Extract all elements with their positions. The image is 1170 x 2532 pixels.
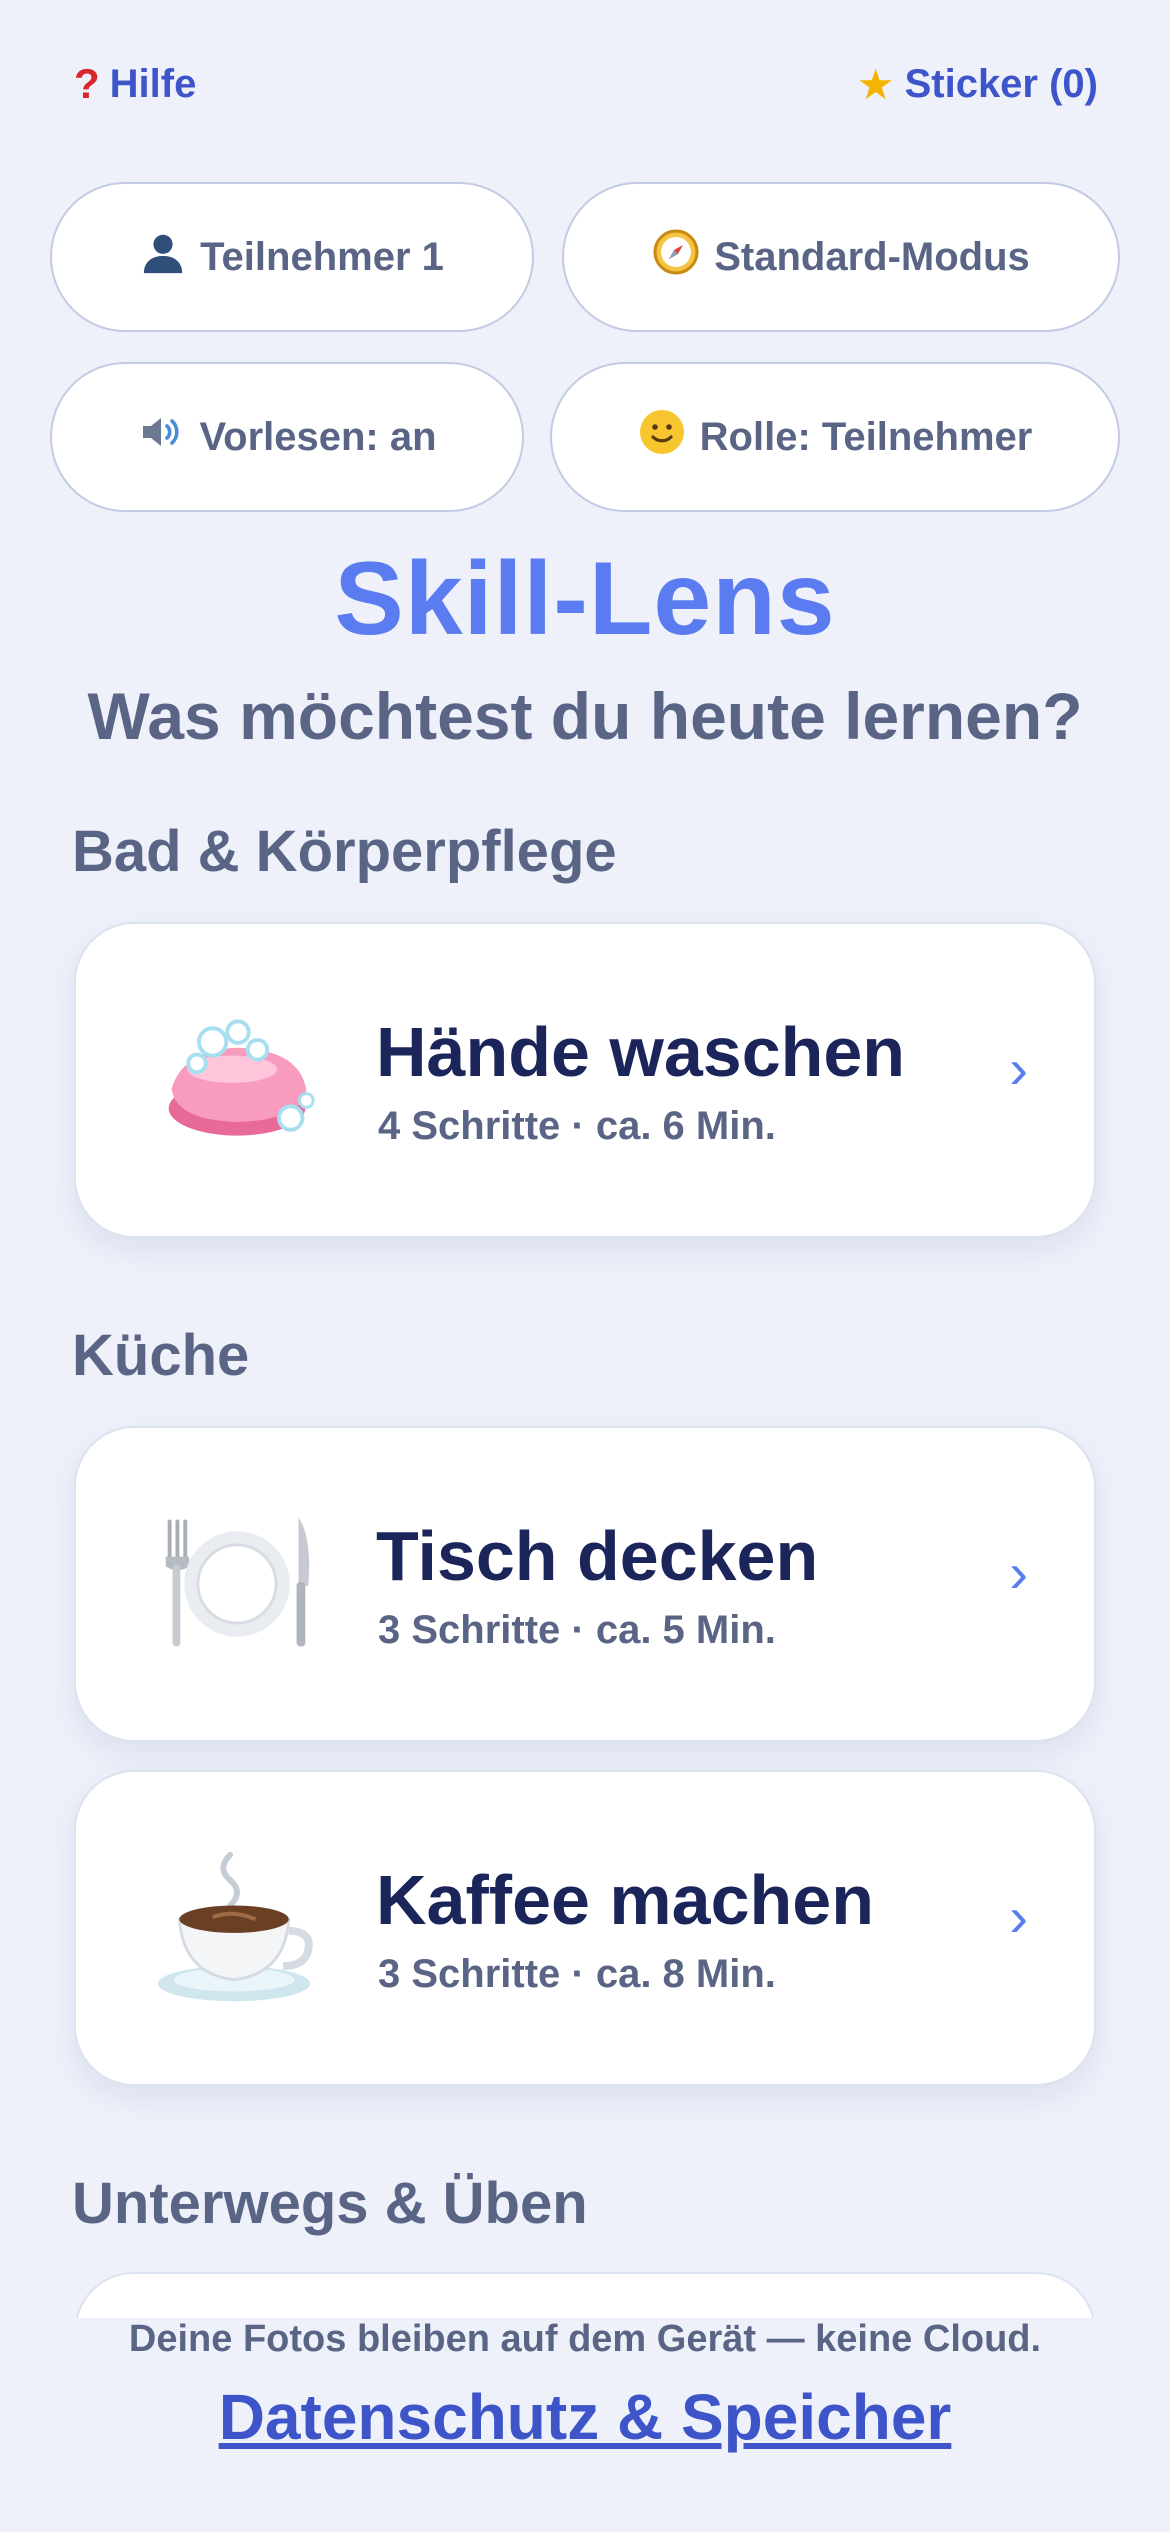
skill-name: Tisch decken <box>376 1517 819 1595</box>
speaker-icon <box>137 408 185 466</box>
skill-name: Hände waschen <box>376 1013 906 1091</box>
participant-label: Teilnehmer 1 <box>200 234 444 279</box>
footer: Deine Fotos bleiben auf dem Gerät — kein… <box>0 2318 1170 2532</box>
chevron-right-icon: › <box>1009 1037 1028 1100</box>
role-button[interactable]: Rolle: Teilnehmer <box>550 362 1120 512</box>
question-mark-icon: ? <box>74 60 100 107</box>
star-icon: ★ <box>856 61 895 108</box>
hot-coffee-icon <box>154 1851 320 2002</box>
compass-icon <box>652 228 700 286</box>
sticker-link[interactable]: ★ Sticker (0) <box>857 60 1098 109</box>
skill-meta: 4 Schritte · ca. 6 Min. <box>378 1104 776 1148</box>
sticker-label: Sticker (0) <box>904 62 1098 106</box>
help-label: Hilfe <box>109 61 197 106</box>
help-link[interactable]: ? Hilfe <box>74 60 196 108</box>
section-title-kitchen: Küche <box>72 1323 250 1388</box>
skill-meta: 3 Schritte · ca. 5 Min. <box>378 1608 776 1652</box>
privacy-note: Deine Fotos bleiben auf dem Gerät — kein… <box>128 2318 1042 2360</box>
privacy-link[interactable]: Datenschutz & Speicher <box>0 2380 1170 2454</box>
read-aloud-toggle[interactable]: Vorlesen: an <box>50 362 524 512</box>
app-title: Skill-Lens <box>334 541 836 657</box>
mode-label: Standard-Modus <box>714 234 1030 279</box>
page-prompt: Was möchtest du heute lernen? <box>87 679 1083 753</box>
chevron-right-icon: › <box>1009 1541 1028 1604</box>
section-title-bathroom: Bad & Körperpflege <box>72 819 617 884</box>
soap-icon <box>154 1004 320 1154</box>
chevron-right-icon: › <box>1009 1885 1028 1948</box>
skill-card-make-coffee[interactable]: Kaffee machen 3 Schritte · ca. 8 Min. › <box>74 1770 1096 2086</box>
mode-button[interactable]: Standard-Modus <box>562 182 1120 332</box>
skill-card-hand-washing[interactable]: Hände waschen 4 Schritte · ca. 6 Min. › <box>74 922 1096 1238</box>
section-title-on-the-go: Unterwegs & Üben <box>72 2171 588 2236</box>
skill-card-set-table[interactable]: Tisch decken 3 Schritte · ca. 5 Min. › <box>74 1426 1096 1742</box>
skill-meta: 3 Schritte · ca. 8 Min. <box>378 1952 776 1996</box>
role-label: Rolle: Teilnehmer <box>699 414 1033 459</box>
skill-name: Kaffee machen <box>376 1861 874 1939</box>
person-icon <box>140 229 186 285</box>
plate-with-cutlery-icon <box>154 1508 320 1658</box>
read-aloud-label: Vorlesen: an <box>199 414 437 459</box>
smiley-icon <box>638 408 686 466</box>
participant-button[interactable]: Teilnehmer 1 <box>50 182 534 332</box>
top-bar: ? Hilfe ★ Sticker (0) <box>0 0 1170 160</box>
